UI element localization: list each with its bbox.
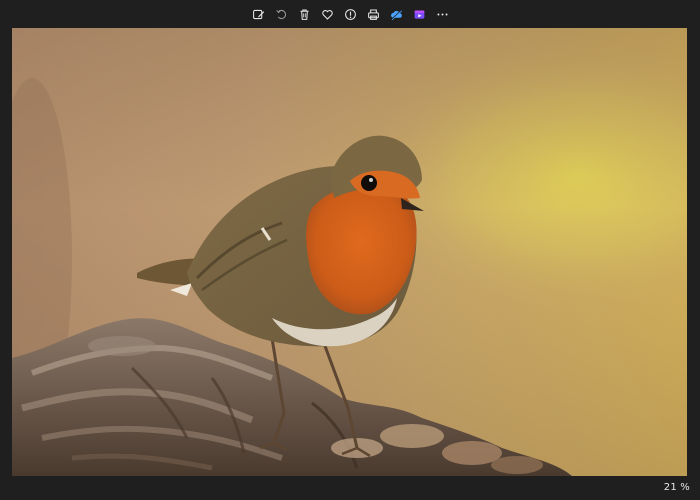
video-editor-button[interactable] [410, 5, 429, 24]
clipchamp-icon [414, 9, 424, 19]
toolbar-actions [249, 5, 452, 24]
edit-image-button[interactable] [249, 5, 268, 24]
photo-viewport[interactable] [12, 28, 687, 476]
more-icon [436, 13, 448, 15]
status-bar: 21 % [0, 476, 700, 500]
trash-icon [299, 9, 309, 20]
rotate-icon [275, 9, 286, 19]
edit-image-icon [252, 9, 264, 19]
onedrive-button[interactable] [387, 5, 406, 24]
zoom-level[interactable]: 21 % [664, 482, 690, 493]
print-button[interactable] [364, 5, 383, 24]
delete-button[interactable] [295, 5, 314, 24]
file-info-button[interactable] [341, 5, 360, 24]
bird-photo [12, 28, 687, 476]
top-toolbar [0, 0, 700, 28]
cloud-icon [390, 9, 402, 20]
printer-icon [367, 9, 379, 20]
info-icon [344, 8, 356, 20]
favorite-button[interactable] [318, 5, 337, 24]
more-options-button[interactable] [433, 5, 452, 24]
rotate-button[interactable] [272, 5, 291, 24]
heart-icon [321, 9, 333, 20]
